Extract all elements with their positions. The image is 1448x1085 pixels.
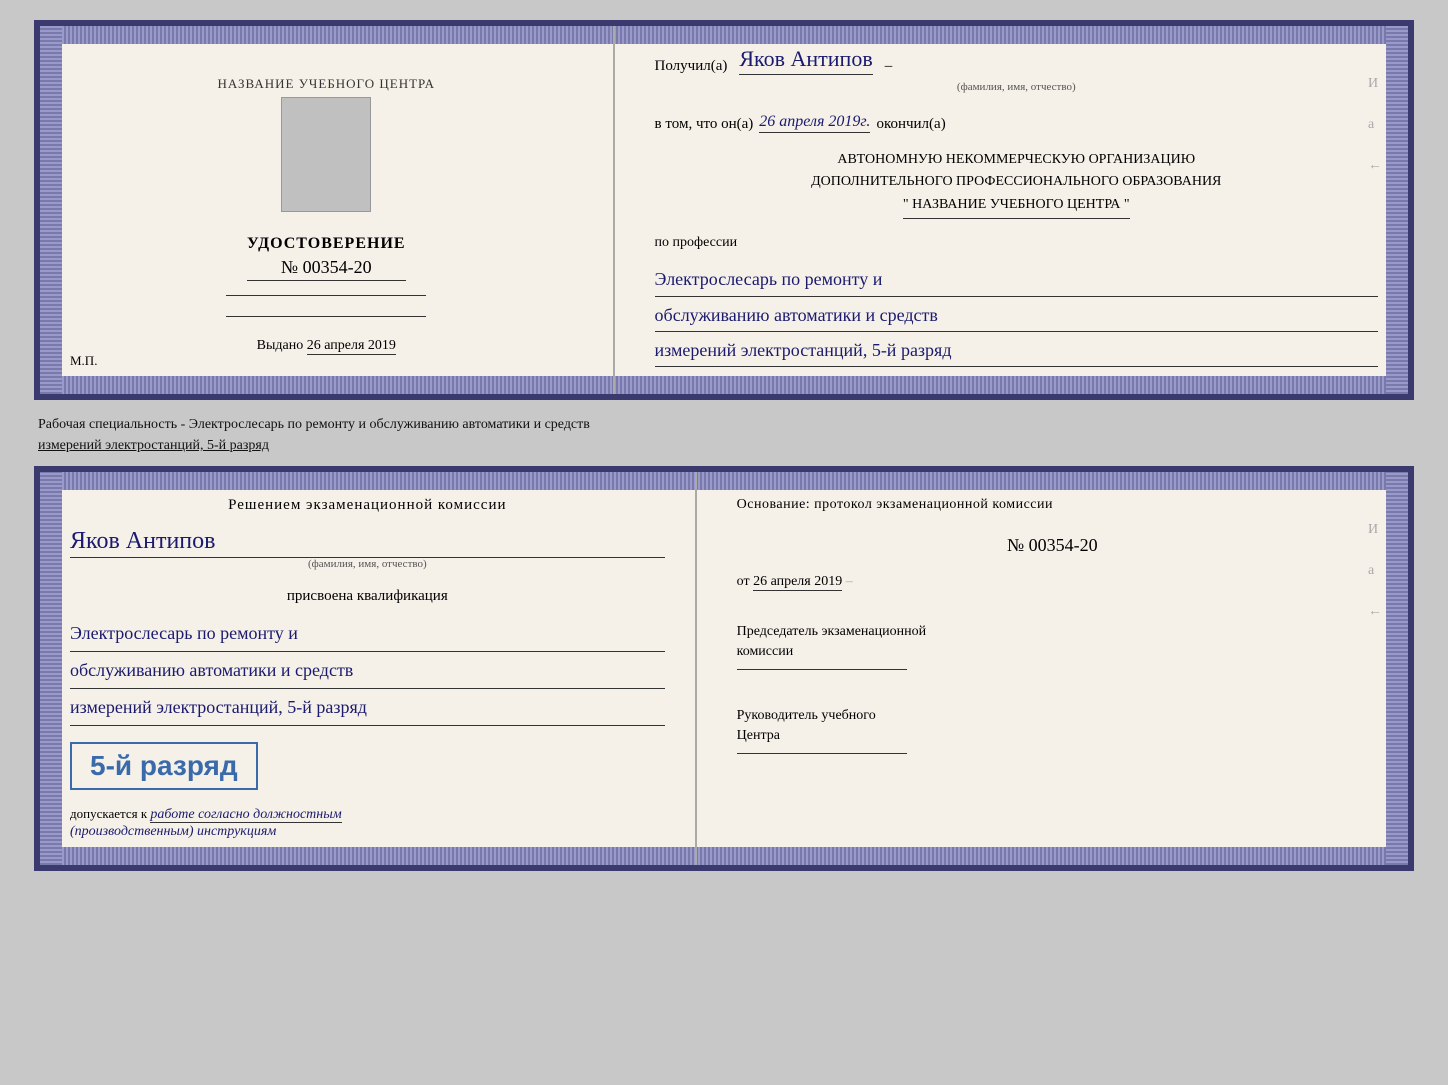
document-container: НАЗВАНИЕ УЧЕБНОГО ЦЕНТРА УДОСТОВЕРЕНИЕ №…: [34, 20, 1414, 871]
rukovoditel-line1: Руководитель учебного: [737, 706, 1368, 726]
org-block: АВТОНОМНУЮ НЕКОММЕРЧЕСКУЮ ОРГАНИЗАЦИЮ ДО…: [655, 149, 1378, 219]
poluchil-label: Получил(а): [655, 58, 728, 75]
mark-arrow: ←: [1368, 158, 1382, 174]
ot-prefix: от: [737, 574, 750, 589]
mark-arrow-bottom: ←: [1368, 604, 1382, 620]
qual-line3: измерений электростанций, 5-й разряд: [70, 689, 665, 726]
rukovoditel-sign-line: [737, 753, 907, 754]
mark-a: а: [1368, 117, 1382, 133]
fio-bottom-subtitle: (фамилия, имя, отчество): [70, 558, 665, 570]
vtom-line: в том, что он(а) 26 апреля 2019г. окончи…: [655, 113, 1378, 133]
cert-top-right-panel: Получил(а) Яков Антипов – (фамилия, имя,…: [615, 26, 1408, 394]
rukovoditel-block: Руководитель учебного Центра: [737, 706, 1368, 762]
cert-middle: УДОСТОВЕРЕНИЕ № 00354-20: [226, 97, 426, 323]
signature-line-2: [226, 316, 426, 317]
middle-text-block: Рабочая специальность - Электрослесарь п…: [34, 408, 1414, 458]
org-line2: ДОПОЛНИТЕЛЬНОГО ПРОФЕССИОНАЛЬНОГО ОБРАЗО…: [655, 171, 1378, 193]
fio-bottom-name: Яков Антипов: [70, 528, 665, 555]
completion-date: 26 апреля 2019г.: [759, 113, 870, 133]
fio-bottom-block: Яков Антипов (фамилия, имя, отчество): [70, 524, 665, 570]
okonchill-text: окончил(а): [876, 116, 945, 133]
udostoverenie-block: УДОСТОВЕРЕНИЕ № 00354-20: [247, 235, 406, 281]
cert-top-left-panel: НАЗВАНИЕ УЧЕБНОГО ЦЕНТРА УДОСТОВЕРЕНИЕ №…: [40, 26, 615, 394]
side-marks-right-bottom: И а ←: [1368, 522, 1382, 620]
right-dash-1: –: [846, 574, 853, 589]
mark-i-bottom: И: [1368, 522, 1382, 538]
top-org-name-label: НАЗВАНИЕ УЧЕБНОГО ЦЕНТРА: [218, 76, 435, 92]
cert-left-content: НАЗВАНИЕ УЧЕБНОГО ЦЕНТРА УДОСТОВЕРЕНИЕ №…: [70, 46, 583, 374]
org-name-underline: " НАЗВАНИЕ УЧЕБНОГО ЦЕНТРА ": [903, 194, 1130, 219]
rukovoditel-line2: Центра: [737, 726, 1368, 746]
cert-bottom-left-panel: Решением экзаменационной комиссии Яков А…: [40, 472, 697, 865]
ot-date-block: от 26 апреля 2019 –: [737, 574, 1368, 590]
mp-label: М.П.: [70, 353, 97, 369]
org-line1: АВТОНОМНУЮ НЕКОММЕРЧЕСКУЮ ОРГАНИЗАЦИЮ: [655, 149, 1378, 171]
cert-top: НАЗВАНИЕ УЧЕБНОГО ЦЕНТРА УДОСТОВЕРЕНИЕ №…: [34, 20, 1414, 400]
predsedatel-line1: Председатель экзаменационной: [737, 622, 1368, 642]
dopuskaetsya-handwritten2: (производственным) инструкциям: [70, 824, 276, 839]
qual-line1: Электрослесарь по ремонту и: [70, 615, 665, 652]
osnovanie-text: Основание: протокол экзаменационной коми…: [737, 497, 1368, 513]
po-professii: по профессии: [655, 235, 1378, 251]
vydano-date: 26 апреля 2019: [307, 338, 396, 355]
middle-line1: Рабочая специальность - Электрослесарь п…: [38, 414, 1410, 435]
mark-a-bottom: а: [1368, 563, 1382, 579]
dash-mark: –: [885, 58, 893, 75]
cert-bottom: Решением экзаменационной комиссии Яков А…: [34, 466, 1414, 871]
cert-number: № 00354-20: [247, 257, 406, 281]
received-line: Получил(а) Яков Антипов – (фамилия, имя,…: [655, 46, 1378, 93]
photo-placeholder: [281, 97, 371, 212]
middle-line2: измерений электростанций, 5-й разряд: [38, 435, 1410, 456]
ot-date-value: 26 апреля 2019: [753, 574, 842, 591]
dopuskaetsya-prefix: допускается к: [70, 806, 147, 821]
prof-line1: Электрослесарь по ремонту и: [655, 263, 1378, 296]
signature-line-1: [226, 295, 426, 296]
dopuskaetsya-handwritten1: работе согласно должностным: [150, 807, 341, 823]
recipient-name: Яков Антипов: [739, 46, 872, 75]
side-marks-right-top: И а ←: [1368, 76, 1382, 174]
cert-bottom-right-panel: Основание: протокол экзаменационной коми…: [697, 472, 1408, 865]
prof-line2: обслуживанию автоматики и средств: [655, 299, 1378, 332]
fio-subtitle-top: (фамилия, имя, отчество): [655, 81, 1378, 93]
resheniem-text: Решением экзаменационной комиссии: [70, 497, 665, 514]
predsedatel-block: Председатель экзаменационной комиссии: [737, 622, 1368, 678]
predsedatel-sign-line: [737, 669, 907, 670]
dopuskaetsya-block: допускается к работе согласно должностны…: [70, 806, 665, 840]
prisvoyena-text: присвоена квалификация: [70, 588, 665, 605]
prof-line3: измерений электростанций, 5-й разряд: [655, 334, 1378, 367]
vydano-label: Выдано: [257, 338, 304, 353]
qualification-block: Электрослесарь по ремонту и обслуживанию…: [70, 615, 665, 726]
predsedatel-line2: комиссии: [737, 642, 1368, 662]
razryad-container: 5-й разряд: [70, 736, 665, 796]
razryad-badge: 5-й разряд: [70, 742, 258, 790]
mark-i: И: [1368, 76, 1382, 92]
org-line3: " НАЗВАНИЕ УЧЕБНОГО ЦЕНТРА ": [655, 194, 1378, 219]
qual-line2: обслуживанию автоматики и средств: [70, 652, 665, 689]
protocol-number: № 00354-20: [737, 535, 1368, 556]
udostoverenie-label: УДОСТОВЕРЕНИЕ: [247, 235, 406, 253]
vtom-prefix: в том, что он(а): [655, 116, 754, 133]
vydano-section: Выдано 26 апреля 2019: [257, 338, 396, 354]
profession-block: Электрослесарь по ремонту и обслуживанию…: [655, 263, 1378, 369]
